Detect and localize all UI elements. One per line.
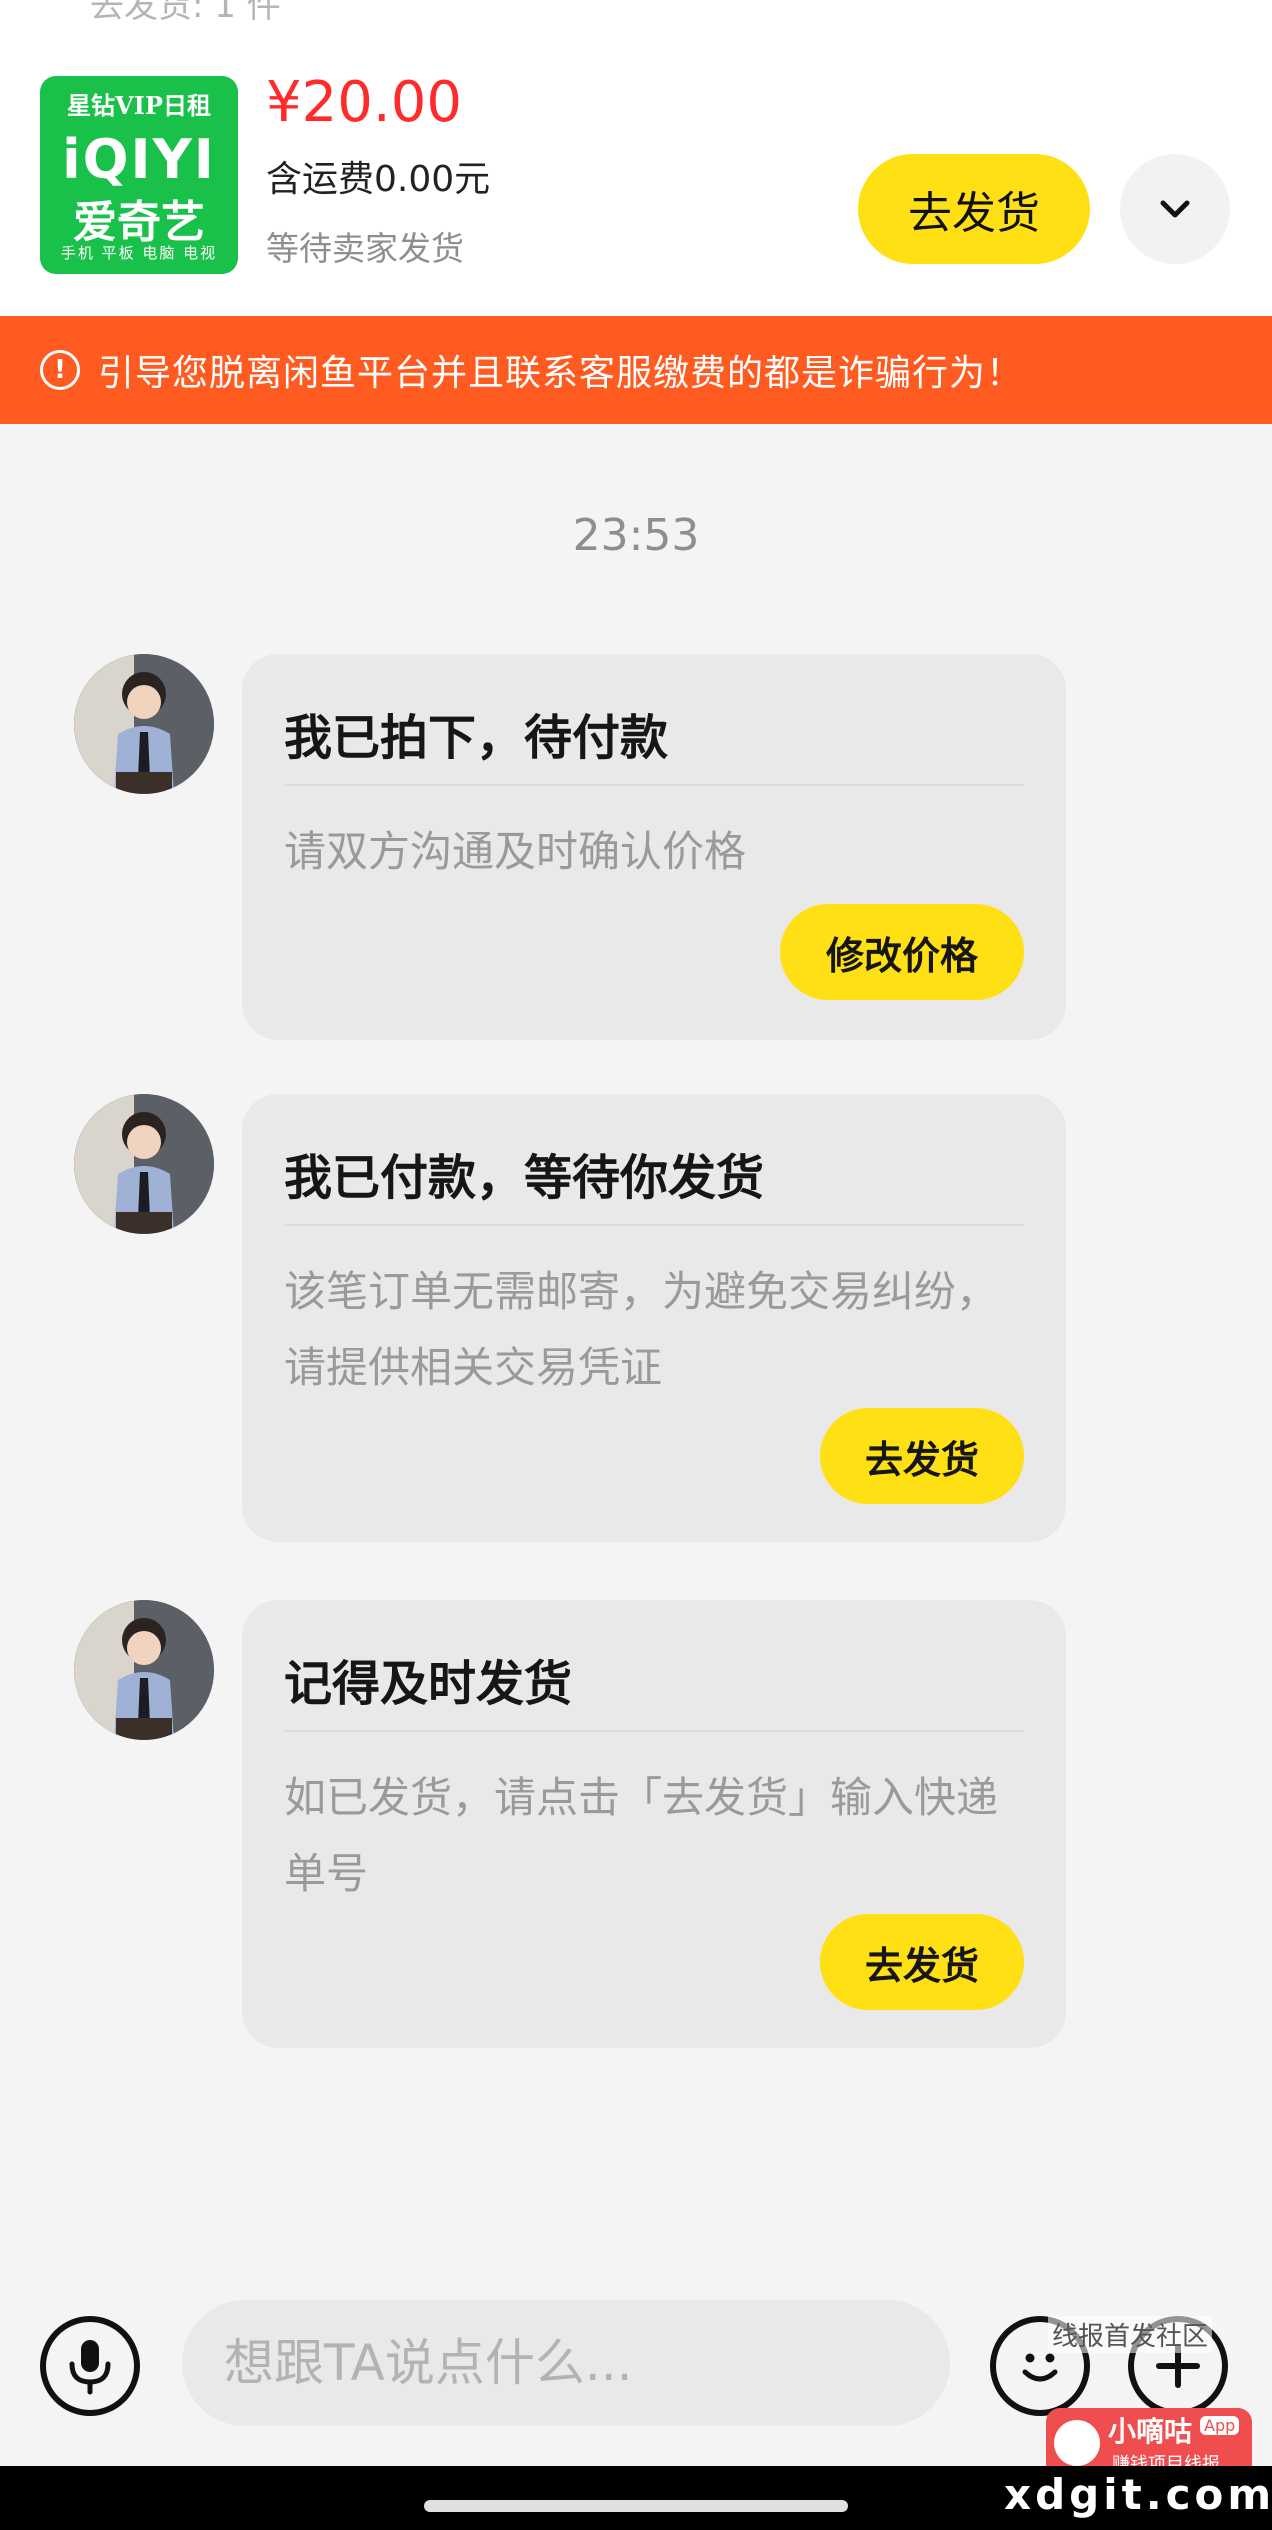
microphone-icon xyxy=(69,2340,111,2395)
message-title: 我已拍下，待付款 xyxy=(284,710,669,766)
order-status: 等待卖家发货 xyxy=(266,229,464,268)
message-body: 该笔订单无需邮寄，为避免交易纠纷，请提供相关交易凭证 xyxy=(284,1267,999,1392)
home-indicator[interactable] xyxy=(424,2500,848,2512)
watermark-text: 线报首发社区 xyxy=(1048,2316,1213,2353)
thumbnail-name-text: 爱奇艺 xyxy=(73,197,205,248)
modify-price-button[interactable]: 修改价格 xyxy=(780,904,1024,1000)
watermark-badge-app: App xyxy=(1200,2416,1240,2435)
order-card[interactable]: 去发货: 1 件 星钻VIP日租 iQIYI 爱奇艺 手机 平板 电脑 电视 ¥… xyxy=(0,0,1272,316)
fraud-warning-bar: ! 引导您脱离闲鱼平台并且联系客服缴费的都是诈骗行为！ xyxy=(0,316,1272,424)
thumbnail-bottom-text: 手机 平板 电脑 电视 xyxy=(60,244,218,262)
avatar[interactable] xyxy=(74,1600,214,1740)
thumbnail-logo-text: iQIYI xyxy=(62,128,216,191)
cut-off-text: 去发货: 1 件 xyxy=(90,0,281,26)
message-input[interactable] xyxy=(182,2300,950,2426)
divider xyxy=(284,784,1024,786)
watermark-logo-icon xyxy=(1054,2420,1100,2466)
warning-text: 引导您脱离闲鱼平台并且联系客服缴费的都是诈骗行为！ xyxy=(98,353,1024,394)
message-title: 记得及时发货 xyxy=(284,1656,573,1712)
product-thumbnail[interactable]: 星钻VIP日租 iQIYI 爱奇艺 手机 平板 电脑 电视 xyxy=(40,76,238,274)
warning-icon: ! xyxy=(40,350,80,390)
watermark-domain: xdgit.com xyxy=(1004,2470,1272,2519)
avatar-photo-icon xyxy=(74,1600,214,1740)
message-card: 我已付款，等待你发货 该笔订单无需邮寄，为避免交易纠纷，请提供相关交易凭证 去发… xyxy=(242,1094,1066,1542)
message-body: 请双方沟通及时确认价格 xyxy=(284,827,747,876)
divider xyxy=(284,1224,1024,1226)
avatar[interactable] xyxy=(74,654,214,794)
thumbnail-top-text: 星钻VIP日租 xyxy=(67,91,211,120)
voice-button[interactable] xyxy=(40,2316,140,2416)
chat-timestamp: 23:53 xyxy=(572,510,700,561)
avatar[interactable] xyxy=(74,1094,214,1234)
chevron-down-icon xyxy=(1160,200,1190,218)
shipping-fee: 含运费0.00元 xyxy=(266,159,491,200)
message-card: 我已拍下，待付款 请双方沟通及时确认价格 修改价格 xyxy=(242,654,1066,1040)
ship-button[interactable]: 去发货 xyxy=(858,154,1090,264)
ship-button[interactable]: 去发货 xyxy=(820,1408,1024,1504)
avatar-photo-icon xyxy=(74,654,214,794)
expand-button[interactable] xyxy=(1120,154,1230,264)
message-title: 我已付款，等待你发货 xyxy=(284,1150,765,1206)
message-body: 如已发货，请点击「去发货」输入快递单号 xyxy=(284,1773,999,1898)
message-card: 记得及时发货 如已发货，请点击「去发货」输入快递单号 去发货 xyxy=(242,1600,1066,2048)
avatar-photo-icon xyxy=(74,1094,214,1234)
divider xyxy=(284,1730,1024,1732)
ship-button[interactable]: 去发货 xyxy=(820,1914,1024,2010)
watermark-badge-name: 小嘀咕 xyxy=(1108,2415,1193,2448)
product-price: ¥20.00 xyxy=(266,70,462,135)
